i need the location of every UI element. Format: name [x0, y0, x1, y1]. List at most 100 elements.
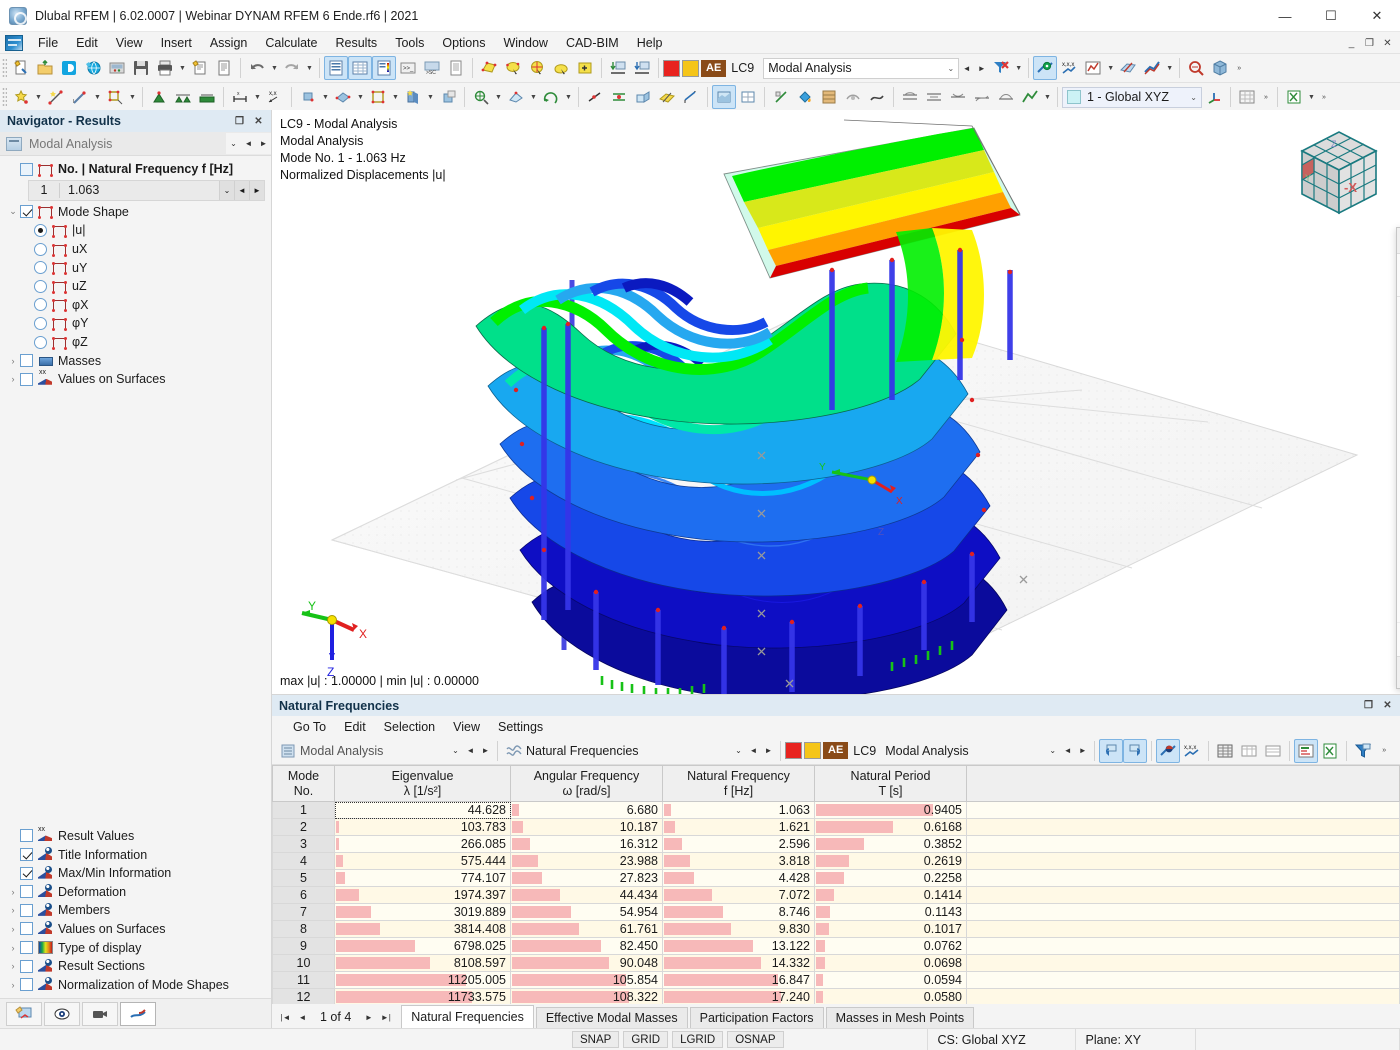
cell-natural-frequency[interactable]: 16.847: [662, 971, 815, 989]
component-radio-phiy[interactable]: [34, 316, 47, 330]
cell-eigenvalue[interactable]: 266.085: [334, 835, 511, 853]
cell-natural-period[interactable]: 0.1143: [814, 903, 967, 921]
tree-item-masses[interactable]: › Masses: [0, 351, 271, 370]
cell-eigenvalue[interactable]: 8108.597: [334, 954, 511, 972]
undo-icon[interactable]: [245, 56, 269, 80]
dimension-dropdown-icon[interactable]: ▼: [252, 85, 263, 109]
new-member-dropdown-icon[interactable]: ▼: [92, 85, 103, 109]
export-view-icon[interactable]: [630, 56, 654, 80]
checkbox-deformation[interactable]: [20, 885, 33, 899]
pager-last-button[interactable]: ►|: [378, 1008, 393, 1026]
results-float-button[interactable]: ❐: [1360, 697, 1377, 714]
cell-mode-no[interactable]: 11: [272, 971, 335, 989]
chevron-down-icon[interactable]: ⌄: [948, 64, 955, 73]
cell-natural-period[interactable]: 0.0594: [814, 971, 967, 989]
cell-natural-period[interactable]: 0.2258: [814, 869, 967, 887]
cell-natural-frequency[interactable]: 1.063: [662, 801, 815, 819]
checkbox-result-sections[interactable]: [20, 959, 33, 973]
display-item-title-information[interactable]: Title Information: [0, 845, 271, 864]
cs-chevron-down-icon[interactable]: ⌄: [1190, 93, 1197, 102]
control-panel[interactable]: Control Panel × Mode Shape |u| [--] 1.00…: [1396, 227, 1400, 689]
cell-natural-frequency[interactable]: 17.240: [662, 988, 815, 1004]
status-toggle-grid[interactable]: GRID: [623, 1031, 669, 1048]
expander-icon[interactable]: ›: [6, 905, 20, 915]
model-properties-icon[interactable]: [105, 56, 129, 80]
table-row[interactable]: 5 774.107 27.823 4.428 0.2258: [272, 869, 1400, 887]
surface-support-icon[interactable]: [195, 85, 219, 109]
cell-mode-no[interactable]: 8: [272, 920, 335, 938]
cell-angular-frequency[interactable]: 61.761: [510, 920, 663, 938]
tab-natural-frequencies[interactable]: Natural Frequencies: [401, 1005, 534, 1028]
overflow-icon[interactable]: »: [1232, 56, 1246, 80]
redo-icon[interactable]: [280, 56, 304, 80]
cell-natural-period[interactable]: 0.6168: [814, 818, 967, 836]
cell-angular-frequency[interactable]: 6.680: [510, 801, 663, 819]
save-icon[interactable]: [129, 56, 153, 80]
table-row[interactable]: 11 11205.005 105.854 16.847 0.0594: [272, 971, 1400, 989]
col-header-mode[interactable]: Mode No.: [272, 765, 335, 802]
coordinate-system-combo[interactable]: 1 - Global XYZ ⌄: [1062, 86, 1202, 108]
cell-mode-no[interactable]: 3: [272, 835, 335, 853]
cell-eigenvalue[interactable]: 44.628: [334, 801, 511, 819]
cell-angular-frequency[interactable]: 16.312: [510, 835, 663, 853]
result-surface-3-icon[interactable]: [946, 85, 970, 109]
status-toggle-osnap[interactable]: OSNAP: [727, 1031, 784, 1048]
new-model-icon[interactable]: [9, 56, 33, 80]
results-menu-goto[interactable]: Go To: [284, 719, 335, 735]
results-lc-chevron-icon[interactable]: ⌄: [1045, 740, 1061, 761]
results-lc-prev[interactable]: ◄: [1060, 740, 1076, 761]
frequency-chevron-down-icon[interactable]: ⌄: [219, 180, 234, 200]
expander-icon[interactable]: ›: [6, 887, 20, 897]
cell-mode-no[interactable]: 9: [272, 937, 335, 955]
render-mode-icon[interactable]: [712, 85, 736, 109]
isoline-icon[interactable]: [1018, 85, 1042, 109]
surface-thickness-icon[interactable]: [655, 85, 679, 109]
checkbox-values-on-surfaces[interactable]: [20, 922, 33, 936]
solid-dropdown-icon[interactable]: ▼: [320, 85, 331, 109]
open-folder-icon[interactable]: [33, 56, 57, 80]
cell-natural-period[interactable]: 0.0762: [814, 937, 967, 955]
tree-item-component-ux[interactable]: uX: [0, 240, 271, 259]
results-lc-next[interactable]: ►: [1075, 740, 1091, 761]
undo-dropdown-icon[interactable]: ▼: [269, 56, 280, 80]
opening-icon[interactable]: [366, 85, 390, 109]
table-row[interactable]: 10 8108.597 90.048 14.332 0.0698: [272, 954, 1400, 972]
filter-results-icon[interactable]: [1184, 56, 1208, 80]
cell-eigenvalue[interactable]: 103.783: [334, 818, 511, 836]
values-surfaces-expander-icon[interactable]: ›: [6, 374, 20, 384]
load-case-combo[interactable]: Modal Analysis ⌄: [763, 57, 960, 79]
table-filter-icon[interactable]: [1351, 739, 1375, 763]
results-combo1-next[interactable]: ►: [478, 740, 493, 761]
display-item-maxmin-information[interactable]: Max/Min Information: [0, 864, 271, 883]
results-menu-selection[interactable]: Selection: [375, 719, 444, 735]
menu-assign[interactable]: Assign: [201, 34, 257, 52]
tree-item-component-phiz[interactable]: φZ: [0, 333, 271, 352]
cell-natural-period[interactable]: 0.0698: [814, 954, 967, 972]
print-icon[interactable]: [153, 56, 177, 80]
axis-system-icon[interactable]: [1202, 85, 1226, 109]
checkbox-maxmin-information[interactable]: [20, 866, 33, 880]
document-restore-button[interactable]: ❐: [1361, 35, 1378, 52]
cell-mode-no[interactable]: 6: [272, 886, 335, 904]
pager-first-button[interactable]: |◄: [278, 1008, 293, 1026]
show-values-icon[interactable]: x,x,x: [1180, 739, 1204, 763]
load-case-next-button[interactable]: ►: [974, 57, 990, 79]
tab-effective-modal-masses[interactable]: Effective Modal Masses: [535, 1007, 688, 1028]
new-surface-icon[interactable]: [103, 85, 127, 109]
tree-item-values-on-surfaces[interactable]: › Values on Surfaces: [0, 369, 271, 389]
navigator-analysis-combo[interactable]: Modal Analysis ⌄ ◄ ►: [0, 132, 271, 156]
display-item-type-of-display[interactable]: › Type of display: [0, 938, 271, 957]
tab-masses-in-mesh-points[interactable]: Masses in Mesh Points: [825, 1007, 975, 1028]
solid-contact-dropdown-icon[interactable]: ▼: [355, 85, 366, 109]
result-surface-5-icon[interactable]: [994, 85, 1018, 109]
navigator-combo-prev[interactable]: ◄: [241, 133, 256, 154]
eye-icon[interactable]: [44, 1001, 80, 1026]
cell-natural-period[interactable]: 0.3852: [814, 835, 967, 853]
globe-model-icon[interactable]: [81, 56, 105, 80]
camera-icon[interactable]: [82, 1001, 118, 1026]
results-combo2-next[interactable]: ►: [761, 740, 776, 761]
results-load-case-selector[interactable]: AE LC9 Modal Analysis ⌄ ◄ ►: [785, 740, 1091, 762]
chart-view-icon[interactable]: [1294, 738, 1319, 763]
frequency-prev-button[interactable]: ◄: [234, 180, 249, 200]
expander-icon[interactable]: ›: [6, 980, 20, 990]
